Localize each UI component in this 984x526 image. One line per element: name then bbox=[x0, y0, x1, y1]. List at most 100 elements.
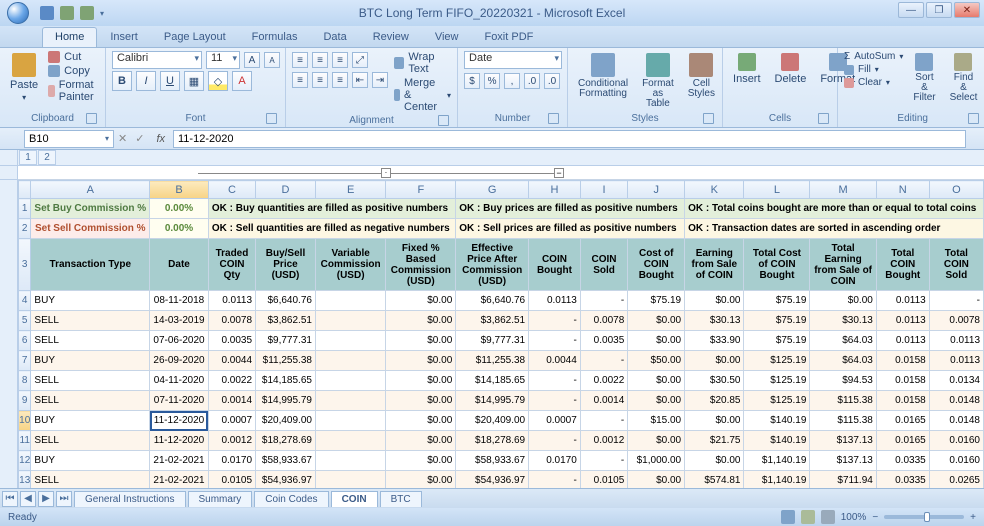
align-top-button[interactable]: ≡ bbox=[292, 52, 308, 68]
tab-formulas[interactable]: Formulas bbox=[239, 27, 311, 47]
number-format-select[interactable]: Date bbox=[464, 51, 562, 69]
row-header-7[interactable]: 7 bbox=[19, 351, 31, 371]
cell-9-L[interactable]: $125.19 bbox=[744, 391, 810, 411]
format-painter-button[interactable]: Format Painter bbox=[48, 79, 99, 103]
cell-4-E[interactable] bbox=[315, 291, 385, 311]
cell-6-M[interactable]: $64.03 bbox=[810, 331, 876, 351]
cell-12-B[interactable]: 21-02-2021 bbox=[150, 451, 209, 471]
cell-10-N[interactable]: 0.0165 bbox=[876, 411, 929, 431]
name-box[interactable]: B10▾ bbox=[24, 130, 114, 148]
cancel-formula-icon[interactable]: ✕ bbox=[118, 132, 127, 145]
cell-7-A[interactable]: BUY bbox=[31, 351, 150, 371]
cell-10-A[interactable]: BUY bbox=[31, 411, 150, 431]
decrease-decimal-button[interactable]: .0 bbox=[544, 73, 560, 89]
cell-11-H[interactable]: - bbox=[529, 431, 581, 451]
cell-8-J[interactable]: $0.00 bbox=[628, 371, 685, 391]
column-header-1[interactable]: Date bbox=[150, 239, 209, 291]
column-header-5[interactable]: Fixed % Based Commission (USD) bbox=[386, 239, 456, 291]
cell-9-B[interactable]: 07-11-2020 bbox=[150, 391, 209, 411]
cell-10-I[interactable]: - bbox=[580, 411, 627, 431]
cell-9-M[interactable]: $115.38 bbox=[810, 391, 876, 411]
cell-6-B[interactable]: 07-06-2020 bbox=[150, 331, 209, 351]
font-color-button[interactable]: A bbox=[232, 71, 252, 91]
tab-insert[interactable]: Insert bbox=[97, 27, 151, 47]
dates-msg[interactable]: OK : Transaction dates are sorted in asc… bbox=[685, 219, 984, 239]
col-header-I[interactable]: I bbox=[580, 181, 627, 199]
cell-6-E[interactable] bbox=[315, 331, 385, 351]
cell-6-N[interactable]: 0.0113 bbox=[876, 331, 929, 351]
cell-7-M[interactable]: $64.03 bbox=[810, 351, 876, 371]
column-header-14[interactable]: Total COIN Sold bbox=[929, 239, 983, 291]
cell-13-J[interactable]: $0.00 bbox=[628, 471, 685, 489]
column-header-9[interactable]: Cost of COIN Bought bbox=[628, 239, 685, 291]
cell-7-N[interactable]: 0.0158 bbox=[876, 351, 929, 371]
cell-10-J[interactable]: $15.00 bbox=[628, 411, 685, 431]
cell-12-F[interactable]: $0.00 bbox=[386, 451, 456, 471]
col-header-J[interactable]: J bbox=[628, 181, 685, 199]
formula-bar[interactable]: 11-12-2020 bbox=[173, 130, 966, 148]
column-header-0[interactable]: Transaction Type bbox=[31, 239, 150, 291]
cell-13-E[interactable] bbox=[315, 471, 385, 489]
font-size-select[interactable]: 11 bbox=[206, 51, 240, 69]
cell-4-H[interactable]: 0.0113 bbox=[529, 291, 581, 311]
enter-formula-icon[interactable]: ✓ bbox=[135, 132, 144, 145]
cell-4-N[interactable]: 0.0113 bbox=[876, 291, 929, 311]
undo-icon[interactable] bbox=[60, 6, 74, 20]
cell-7-F[interactable]: $0.00 bbox=[386, 351, 456, 371]
set-sell-commission-label[interactable]: Set Sell Commission % bbox=[31, 219, 150, 239]
cell-13-O[interactable]: 0.0265 bbox=[929, 471, 983, 489]
cell-10-D[interactable]: $20,409.00 bbox=[256, 411, 316, 431]
find-select-button[interactable]: Find & Select bbox=[946, 51, 982, 105]
cell-10-B[interactable]: 11-12-2020 bbox=[150, 411, 209, 431]
border-button[interactable]: ▦ bbox=[184, 71, 204, 91]
close-button[interactable]: ✕ bbox=[954, 2, 980, 18]
cell-13-K[interactable]: $574.81 bbox=[685, 471, 744, 489]
cell-4-I[interactable]: - bbox=[580, 291, 627, 311]
totals-msg[interactable]: OK : Total coins bought are more than or… bbox=[685, 199, 984, 219]
tab-data[interactable]: Data bbox=[310, 27, 359, 47]
col-header-B[interactable]: B bbox=[150, 181, 209, 199]
cell-9-H[interactable]: - bbox=[529, 391, 581, 411]
increase-indent-button[interactable]: ⇥ bbox=[372, 72, 388, 88]
cell-9-A[interactable]: SELL bbox=[31, 391, 150, 411]
align-left-button[interactable]: ≡ bbox=[292, 72, 308, 88]
column-header-2[interactable]: Traded COIN Qty bbox=[208, 239, 255, 291]
cell-8-L[interactable]: $125.19 bbox=[744, 371, 810, 391]
increase-decimal-button[interactable]: .0 bbox=[524, 73, 540, 89]
cell-9-G[interactable]: $14,995.79 bbox=[456, 391, 529, 411]
cell-5-H[interactable]: - bbox=[529, 311, 581, 331]
cell-7-H[interactable]: 0.0044 bbox=[529, 351, 581, 371]
cell-7-B[interactable]: 26-09-2020 bbox=[150, 351, 209, 371]
buy-price-msg[interactable]: OK : Buy prices are filled as positive n… bbox=[456, 199, 685, 219]
col-header-G[interactable]: G bbox=[456, 181, 529, 199]
cell-8-F[interactable]: $0.00 bbox=[386, 371, 456, 391]
cell-5-J[interactable]: $0.00 bbox=[628, 311, 685, 331]
col-header-D[interactable]: D bbox=[256, 181, 316, 199]
row-header-12[interactable]: 12 bbox=[19, 451, 31, 471]
cell-12-A[interactable]: BUY bbox=[31, 451, 150, 471]
col-header-H[interactable]: H bbox=[529, 181, 581, 199]
cell-8-C[interactable]: 0.0022 bbox=[208, 371, 255, 391]
cell-11-L[interactable]: $140.19 bbox=[744, 431, 810, 451]
sell-price-msg[interactable]: OK : Sell prices are filled as positive … bbox=[456, 219, 685, 239]
row-header-10[interactable]: 10 bbox=[19, 411, 31, 431]
sort-filter-button[interactable]: Sort & Filter bbox=[909, 51, 939, 105]
cell-8-N[interactable]: 0.0158 bbox=[876, 371, 929, 391]
cell-10-G[interactable]: $20,409.00 bbox=[456, 411, 529, 431]
cell-8-E[interactable] bbox=[315, 371, 385, 391]
qat-more-icon[interactable]: ▾ bbox=[100, 9, 104, 18]
cell-4-K[interactable]: $0.00 bbox=[685, 291, 744, 311]
cell-11-A[interactable]: SELL bbox=[31, 431, 150, 451]
cell-5-I[interactable]: 0.0078 bbox=[580, 311, 627, 331]
row-header-1[interactable]: 1 bbox=[19, 199, 31, 219]
cell-5-K[interactable]: $30.13 bbox=[685, 311, 744, 331]
cell-6-K[interactable]: $33.90 bbox=[685, 331, 744, 351]
row-header-13[interactable]: 13 bbox=[19, 471, 31, 489]
column-header-4[interactable]: Variable Commission (USD) bbox=[315, 239, 385, 291]
cell-4-G[interactable]: $6,640.76 bbox=[456, 291, 529, 311]
currency-button[interactable]: $ bbox=[464, 73, 480, 89]
align-middle-button[interactable]: ≡ bbox=[312, 52, 328, 68]
col-header-A[interactable]: A bbox=[31, 181, 150, 199]
cell-7-J[interactable]: $50.00 bbox=[628, 351, 685, 371]
cell-9-O[interactable]: 0.0148 bbox=[929, 391, 983, 411]
